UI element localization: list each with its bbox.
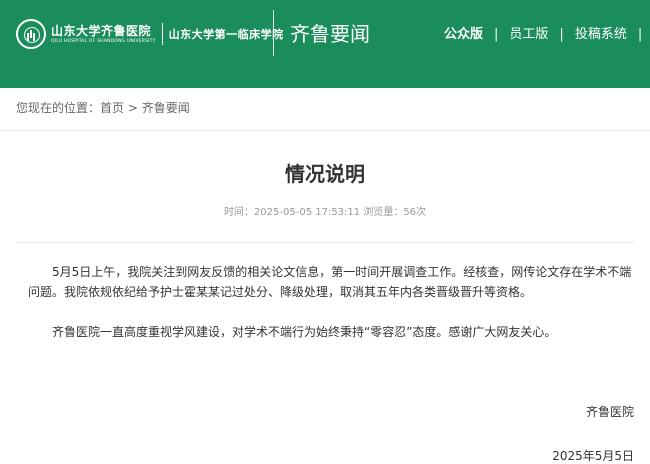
logo-divider — [161, 23, 163, 45]
hospital-logo[interactable]: 山东大学齐鲁医院 QILU HOSPITAL OF SHANDONG UNIVE… — [16, 16, 284, 52]
nav-separator: | — [637, 27, 643, 42]
breadcrumb: 您现在的位置：首页 > 齐鲁要闻 — [16, 100, 190, 116]
nav-item-public[interactable]: 公众版 — [444, 26, 483, 44]
article-meta: 时间：2025-05-05 17:53:11 浏览量：56次 — [223, 207, 427, 218]
header-divider — [273, 10, 274, 56]
logo-hospital-name: 山东大学齐鲁医院 — [51, 23, 152, 38]
logo-college-name: 山东大学第一临床学院 — [168, 28, 284, 41]
breadcrumb-home-link[interactable]: 首页 — [100, 101, 124, 115]
nav-item-submission[interactable]: 投稿系统 — [575, 26, 627, 44]
meta-divider — [16, 242, 634, 243]
top-nav: 公众版 | 员工版 | 投稿系统 | 企业 — [444, 26, 650, 44]
nav-separator: | — [494, 27, 499, 42]
nav-item-staff[interactable]: 员工版 — [509, 26, 548, 44]
article-signature: 齐鲁医院 — [585, 405, 634, 419]
breadcrumb-separator: > — [127, 101, 138, 115]
article-date: 2025年5月5日 — [552, 449, 634, 463]
hospital-seal-icon — [16, 19, 46, 49]
section-title: 齐鲁要闻 — [290, 22, 370, 46]
site-header: 山东大学齐鲁医院 QILU HOSPITAL OF SHANDONG UNIVE… — [0, 0, 650, 88]
breadcrumb-prefix: 您现在的位置： — [16, 101, 101, 115]
nav-separator: | — [559, 27, 564, 42]
breadcrumb-divider — [0, 130, 650, 131]
logo-text: 山东大学齐鲁医院 QILU HOSPITAL OF SHANDONG UNIVE… — [51, 24, 156, 45]
logo-english-name: QILU HOSPITAL OF SHANDONG UNIVERSITY — [51, 38, 156, 44]
breadcrumb-current-link[interactable]: 齐鲁要闻 — [142, 101, 190, 115]
article-paragraph: 5月5日上午，我院关注到网友反馈的相关论文信息，第一时间开展调查工作。经核查，网… — [28, 265, 632, 299]
article-body: 5月5日上午，我院关注到网友反馈的相关论文信息，第一时间开展调查工作。经核查，网… — [28, 262, 640, 342]
article-title: 情况说明 — [285, 162, 365, 186]
article-paragraph: 齐鲁医院一直高度重视学风建设，对学术不端行为始终秉持“零容忍”态度。感谢广大网友… — [52, 325, 557, 339]
